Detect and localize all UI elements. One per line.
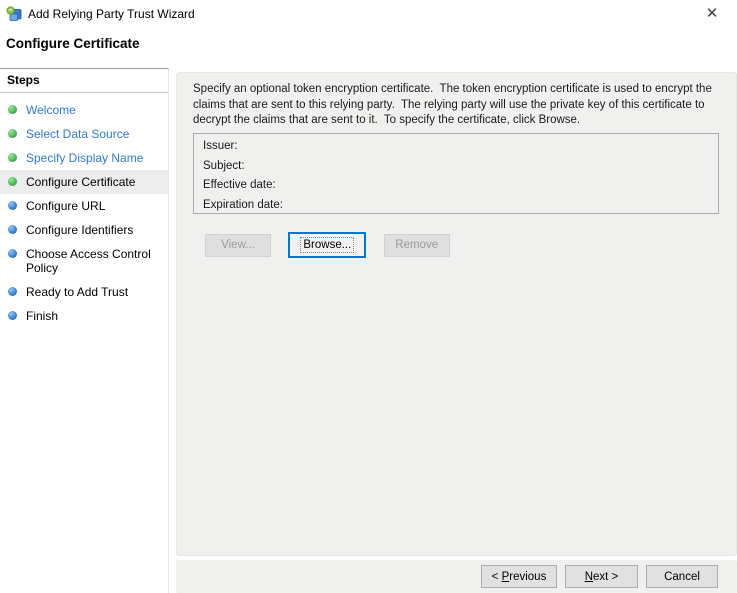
step-label: Welcome	[26, 103, 76, 117]
step-item-configure-certificate: Configure Certificate	[0, 170, 168, 194]
step-item-finish: Finish	[0, 304, 168, 328]
step-label: Select Data Source	[26, 127, 130, 141]
step-label: Finish	[26, 309, 59, 323]
browse-button[interactable]: Browse...	[288, 232, 367, 258]
step-item-ready-to-add-trust: Ready to Add Trust	[0, 280, 168, 304]
cert-field-issuer: Issuer:	[203, 140, 238, 152]
step-item-choose-access-control-policy: Choose Access Control Policy	[0, 242, 168, 280]
steps-list: Welcome Select Data Source Specify Display…	[0, 93, 168, 328]
step-pending-dot-icon	[8, 311, 17, 320]
window-title: Add Relying Party Trust Wizard	[28, 7, 195, 21]
certificate-info-box: Issuer: Subject: Effective date: Expiration…	[193, 133, 719, 214]
cert-field-expiration-date: Expiration date:	[203, 198, 283, 211]
step-pending-dot-icon	[8, 201, 17, 210]
browse-button-label: Browse...	[300, 237, 355, 253]
page-title: Configure Certificate	[6, 36, 140, 51]
step-label: Specify Display Name	[26, 151, 144, 165]
steps-header: Steps	[0, 69, 168, 93]
steps-panel: Steps Welcome Select Data Source Specify D…	[0, 68, 169, 593]
cert-field-effective-date: Effective date:	[203, 179, 276, 191]
cancel-button[interactable]: Cancel	[646, 565, 718, 588]
step-done-dot-icon	[8, 129, 17, 138]
description-text: Specify an optional token encryption cer…	[193, 83, 716, 126]
step-item-specify-display-name[interactable]: Specify Display Name	[0, 146, 168, 170]
step-item-welcome[interactable]: Welcome	[0, 98, 168, 122]
cert-field-subject: Subject:	[203, 159, 245, 172]
adfs-app-icon	[6, 6, 22, 22]
previous-button[interactable]: < Previous	[481, 565, 557, 588]
certificate-button-row: View... Browse... Remove	[205, 232, 464, 259]
step-label: Ready to Add Trust	[26, 285, 129, 299]
close-icon[interactable]: ✕	[697, 2, 727, 26]
remove-button: Remove	[383, 233, 450, 257]
step-label: Configure Certificate	[26, 175, 136, 189]
footer-bar: < Previous Next > Cancel	[176, 560, 737, 593]
step-done-dot-icon	[8, 105, 17, 114]
step-done-dot-icon	[8, 153, 17, 162]
step-item-configure-url: Configure URL	[0, 194, 168, 218]
next-button[interactable]: Next >	[565, 565, 638, 588]
step-label: Configure Identifiers	[26, 223, 134, 237]
step-item-select-data-source[interactable]: Select Data Source	[0, 122, 168, 146]
step-item-configure-identifiers: Configure Identifiers	[0, 218, 168, 242]
step-done-dot-icon	[8, 177, 17, 186]
step-pending-dot-icon	[8, 249, 17, 258]
content-panel: Specify an optional token encryption cer…	[176, 72, 737, 556]
step-label: Choose Access Control Policy	[26, 247, 151, 275]
wizard-dialog: Add Relying Party Trust Wizard ✕ Configu…	[0, 0, 737, 593]
step-pending-dot-icon	[8, 287, 17, 296]
step-pending-dot-icon	[8, 225, 17, 234]
step-label: Configure URL	[26, 199, 106, 213]
title-bar: Add Relying Party Trust Wizard ✕	[0, 0, 737, 28]
view-button: View...	[205, 233, 271, 257]
